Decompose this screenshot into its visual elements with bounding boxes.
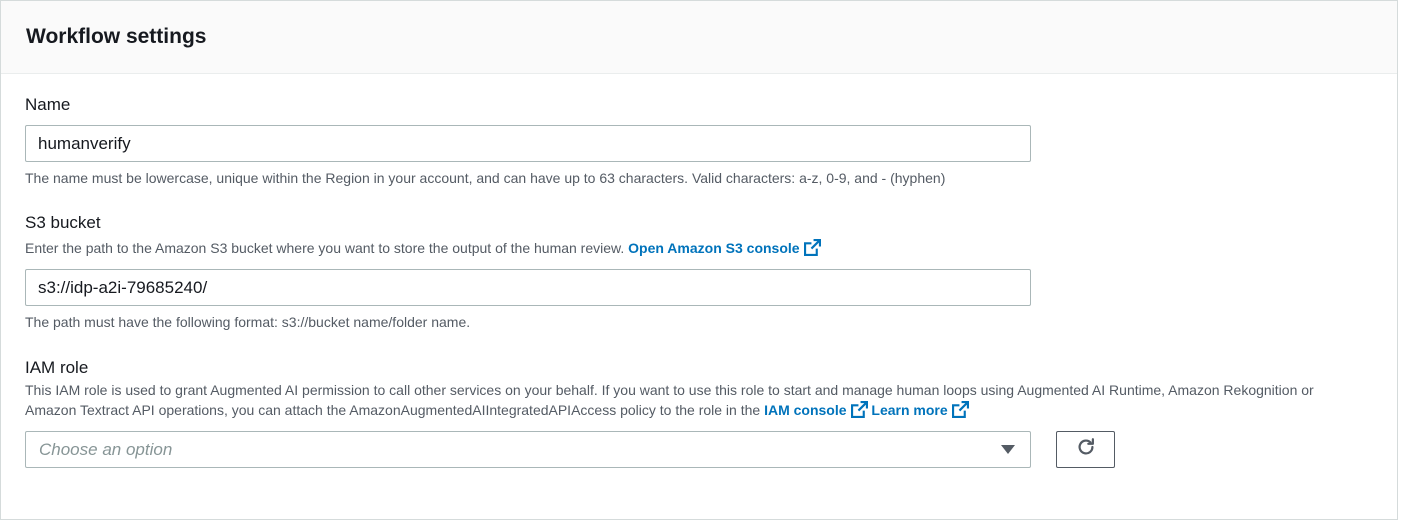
- iam-role-select[interactable]: Choose an option: [25, 431, 1031, 468]
- name-label: Name: [25, 95, 71, 114]
- refresh-icon: [1075, 436, 1097, 463]
- panel-header: Workflow settings: [1, 1, 1397, 74]
- s3-constraint-text: The path must have the following format:…: [25, 314, 471, 330]
- iam-console-label: IAM console: [764, 402, 847, 418]
- name-constraint-text: The name must be lowercase, unique withi…: [25, 170, 946, 186]
- s3-field-group: S3 bucket: [25, 213, 101, 233]
- s3-bucket-label: S3 bucket: [25, 213, 101, 232]
- section-title: Workflow settings: [26, 25, 207, 48]
- iam-description-wrapper: This IAM role is used to grant Augmented…: [25, 380, 1365, 423]
- iam-role-label: IAM role: [25, 358, 89, 377]
- learn-more-label: Learn more: [871, 402, 948, 418]
- s3-bucket-input[interactable]: [25, 269, 1031, 306]
- name-input-wrapper: [25, 125, 1031, 162]
- caret-down-icon: [1001, 445, 1015, 454]
- external-link-icon: [951, 401, 969, 423]
- iam-description: This IAM role is used to grant Augmented…: [25, 380, 1365, 423]
- s3-input-wrapper: [25, 269, 1031, 306]
- iam-field-group: IAM role: [25, 358, 88, 378]
- external-link-icon: [803, 239, 821, 261]
- learn-more-link[interactable]: Learn more: [871, 401, 969, 418]
- name-field-group: Name: [25, 95, 70, 115]
- s3-description-wrapper: Enter the path to the Amazon S3 bucket w…: [25, 238, 821, 261]
- iam-console-link[interactable]: IAM console: [764, 401, 868, 418]
- s3-constraint-wrapper: The path must have the following format:…: [25, 313, 470, 331]
- open-s3-console-link[interactable]: Open Amazon S3 console: [628, 239, 821, 256]
- refresh-button[interactable]: [1056, 431, 1115, 468]
- s3-description: Enter the path to the Amazon S3 bucket w…: [25, 238, 821, 261]
- open-s3-console-label: Open Amazon S3 console: [628, 240, 800, 256]
- iam-description-text: This IAM role is used to grant Augmented…: [25, 382, 1314, 418]
- s3-description-text: Enter the path to the Amazon S3 bucket w…: [25, 240, 625, 256]
- iam-role-placeholder: Choose an option: [39, 439, 173, 459]
- external-link-icon: [850, 401, 868, 423]
- name-constraint-wrapper: The name must be lowercase, unique withi…: [25, 169, 945, 187]
- name-input[interactable]: [25, 125, 1031, 162]
